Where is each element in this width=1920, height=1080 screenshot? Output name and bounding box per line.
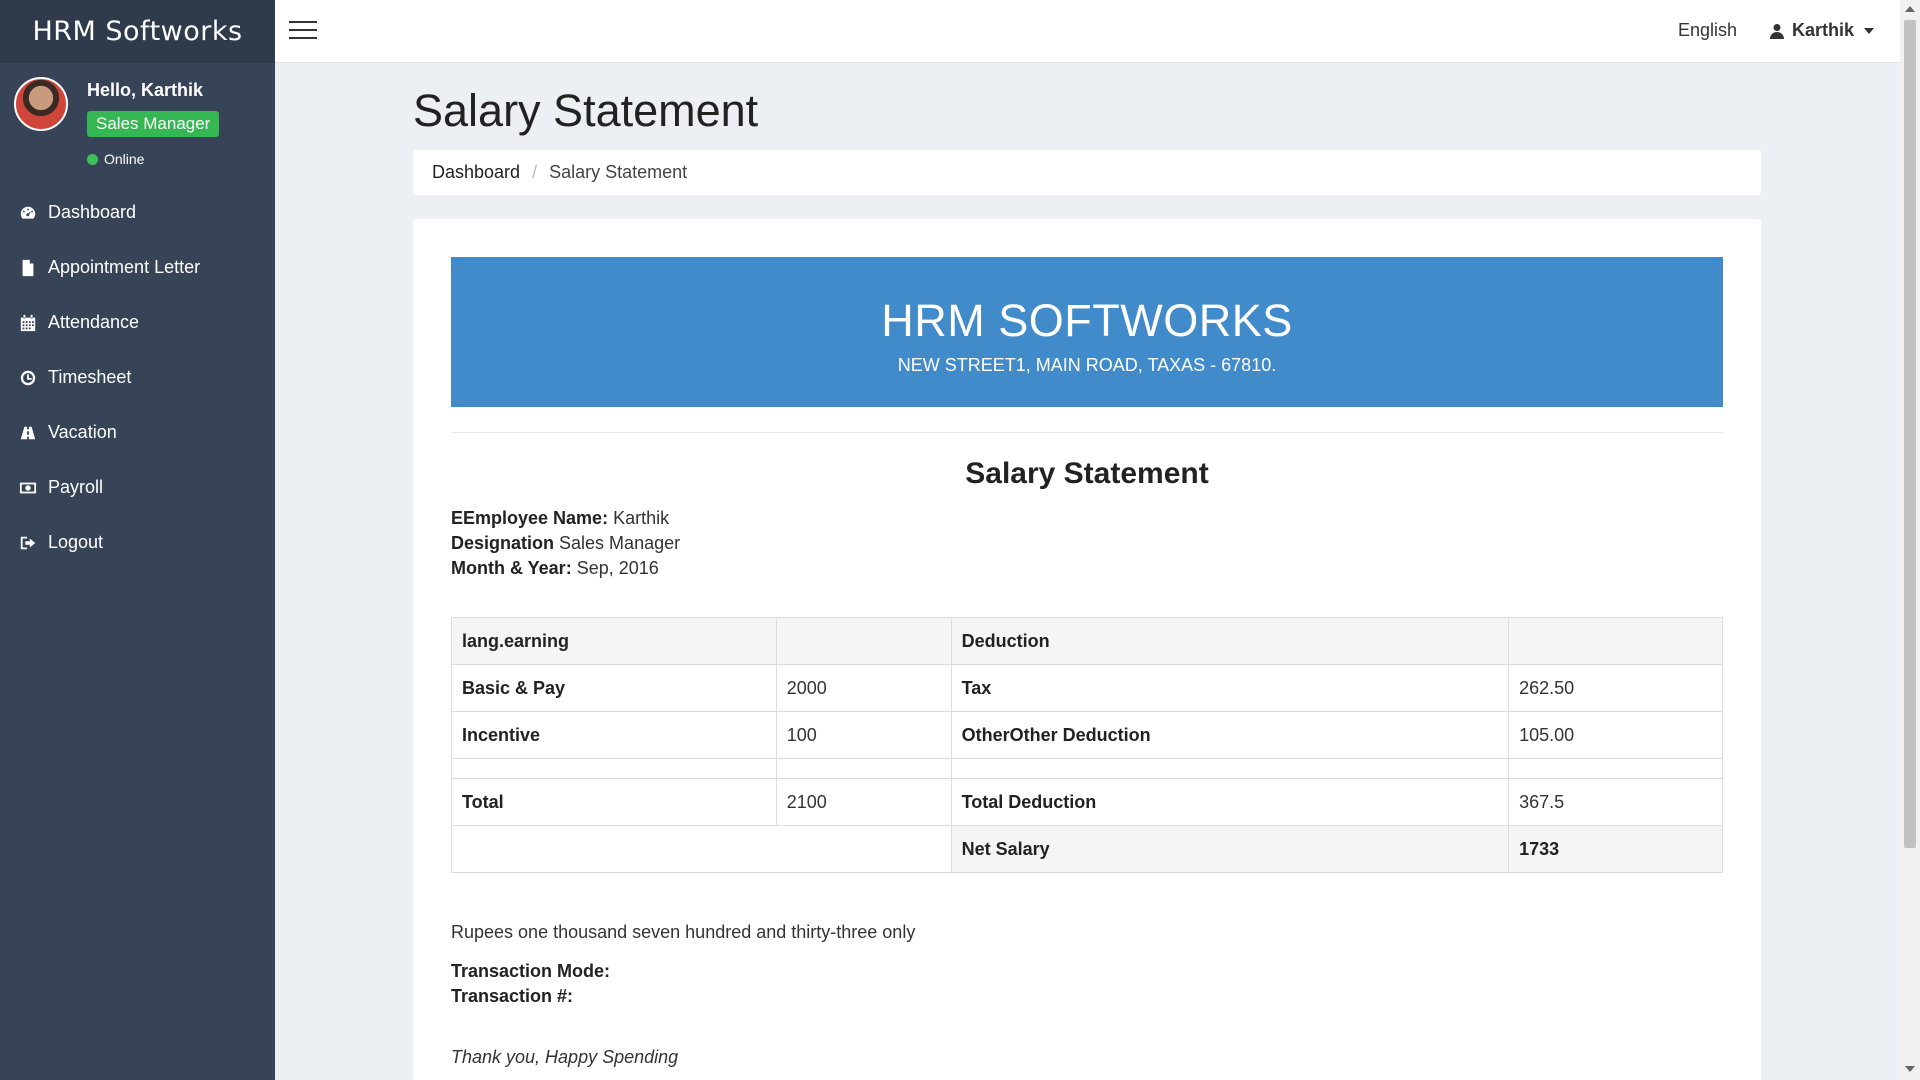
period-value: Sep, 2016	[576, 558, 659, 578]
totals-row: Total 2100 Total Deduction 367.5	[451, 778, 1723, 826]
employee-name-label: EEmployee Name:	[451, 508, 609, 528]
sidebar-item-vacation[interactable]: Vacation	[0, 405, 275, 460]
amount-in-words: Rupees one thousand seven hundred and th…	[451, 922, 916, 942]
scrollbar-thumb[interactable]	[1904, 20, 1916, 848]
clock-icon	[18, 368, 38, 388]
transaction-number-label: Transaction #:	[451, 986, 574, 1006]
total-deduction-label: Total Deduction	[950, 778, 1510, 826]
scroll-down-icon[interactable]	[1905, 1066, 1915, 1072]
earning-header: lang.earning	[451, 617, 777, 665]
sidebar-item-dashboard[interactable]: Dashboard	[0, 185, 275, 240]
menu-toggle-icon[interactable]	[289, 21, 317, 41]
breadcrumb: Dashboard / Salary Statement	[413, 150, 1761, 195]
online-status: Online	[87, 151, 144, 167]
sidebar-item-label: Attendance	[48, 312, 140, 332]
status-dot-icon	[87, 153, 98, 165]
sidebar-item-label: Vacation	[48, 422, 117, 442]
employee-info: EEmployee Name: Karthik Designation Sale…	[451, 506, 680, 581]
earning-label: Incentive	[451, 711, 777, 759]
net-salary-value: 1733	[1508, 825, 1723, 873]
calendar-icon	[18, 313, 38, 333]
role-badge: Sales Manager	[87, 111, 220, 137]
file-icon	[18, 258, 38, 278]
divider	[451, 432, 1723, 433]
brand-logo[interactable]: HRM Softworks	[0, 0, 275, 63]
user-menu-name: Karthik	[1792, 20, 1855, 40]
earning-amount-header	[775, 617, 952, 665]
page-title: Salary Statement	[413, 85, 759, 136]
sidebar-menu: Dashboard Appointment Letter Attendance …	[0, 185, 275, 570]
logout-icon	[18, 533, 38, 553]
total-deduction-value: 367.5	[1508, 778, 1723, 826]
transaction-info: Transaction Mode: Transaction #:	[451, 959, 610, 1009]
period-label: Month & Year:	[451, 558, 572, 578]
page-scrollbar[interactable]	[1900, 0, 1920, 1080]
empty-cell	[451, 825, 952, 873]
table-header-row: lang.earning Deduction	[451, 617, 1723, 665]
sidebar-item-label: Dashboard	[48, 202, 137, 222]
salary-table: lang.earning Deduction Basic & Pay 2000 …	[451, 617, 1723, 873]
dashboard-icon	[18, 203, 38, 223]
net-salary-label: Net Salary	[950, 825, 1510, 873]
sidebar-item-label: Appointment Letter	[48, 257, 201, 277]
total-label: Total	[451, 778, 777, 826]
net-salary-row: Net Salary 1733	[451, 825, 1723, 873]
empty-cell	[950, 758, 1510, 779]
salary-statement-box: HRM SOFTWORKS NEW STREET1, MAIN ROAD, TA…	[413, 219, 1761, 1080]
sidebar-item-label: Timesheet	[48, 367, 132, 387]
company-address: NEW STREET1, MAIN ROAD, TAXAS - 67810.	[897, 355, 1277, 375]
sidebar-item-appointment-letter[interactable]: Appointment Letter	[0, 240, 275, 295]
designation-line: Designation Sales Manager	[451, 531, 680, 556]
table-row: Basic & Pay 2000 Tax 262.50	[451, 664, 1723, 712]
deduction-label: Tax	[950, 664, 1510, 712]
scroll-up-icon[interactable]	[1905, 6, 1915, 12]
status-label: Online	[104, 151, 145, 167]
designation-value: Sales Manager	[559, 533, 681, 553]
thank-you-note: Thank you, Happy Spending	[451, 1047, 679, 1067]
total-value: 2100	[775, 778, 952, 826]
deduction-amount: 105.00	[1508, 711, 1723, 759]
sidebar-item-payroll[interactable]: Payroll	[0, 460, 275, 515]
sidebar-item-label: Logout	[48, 532, 104, 552]
sidebar-item-logout[interactable]: Logout	[0, 515, 275, 570]
company-name: HRM SOFTWORKS	[881, 295, 1293, 346]
sidebar: HRM Softworks Hello, Karthik Sales Manag…	[0, 0, 275, 1080]
sidebar-item-timesheet[interactable]: Timesheet	[0, 350, 275, 405]
earning-amount: 2000	[775, 664, 952, 712]
user-menu-dropdown[interactable]: Karthik	[1770, 20, 1875, 41]
transaction-mode-label: Transaction Mode:	[451, 961, 611, 981]
sidebar-item-label: Payroll	[48, 477, 104, 497]
caret-down-icon	[1864, 27, 1875, 34]
top-navbar: English Karthik	[275, 0, 1900, 63]
road-icon	[18, 423, 38, 443]
breadcrumb-current: Salary Statement	[549, 162, 688, 182]
earning-amount: 100	[775, 711, 952, 759]
employee-name-line: EEmployee Name: Karthik	[451, 506, 680, 531]
deduction-header: Deduction	[950, 617, 1510, 665]
empty-cell	[1508, 758, 1723, 779]
earning-label: Basic & Pay	[451, 664, 777, 712]
language-selector[interactable]: English	[1678, 20, 1737, 41]
deduction-label: OtherOther Deduction	[950, 711, 1510, 759]
user-greeting: Hello, Karthik	[87, 80, 204, 100]
deduction-amount: 262.50	[1508, 664, 1723, 712]
empty-cell	[775, 758, 952, 779]
designation-label: Designation	[451, 533, 555, 553]
employee-name-value: Karthik	[613, 508, 670, 528]
empty-cell	[451, 758, 777, 779]
breadcrumb-separator: /	[532, 162, 538, 182]
company-banner: HRM SOFTWORKS NEW STREET1, MAIN ROAD, TA…	[451, 257, 1723, 407]
breadcrumb-dashboard-link[interactable]: Dashboard	[432, 162, 520, 183]
deduction-amount-header	[1508, 617, 1723, 665]
statement-heading: Salary Statement	[965, 457, 1209, 490]
period-line: Month & Year: Sep, 2016	[451, 556, 680, 581]
user-icon	[1770, 23, 1784, 39]
user-panel: Hello, Karthik Sales Manager Online	[0, 63, 275, 185]
sidebar-item-attendance[interactable]: Attendance	[0, 295, 275, 350]
table-row: Incentive 100 OtherOther Deduction 105.0…	[451, 711, 1723, 759]
avatar	[14, 77, 68, 131]
table-spacer-row	[451, 758, 1723, 779]
money-icon	[18, 478, 38, 498]
